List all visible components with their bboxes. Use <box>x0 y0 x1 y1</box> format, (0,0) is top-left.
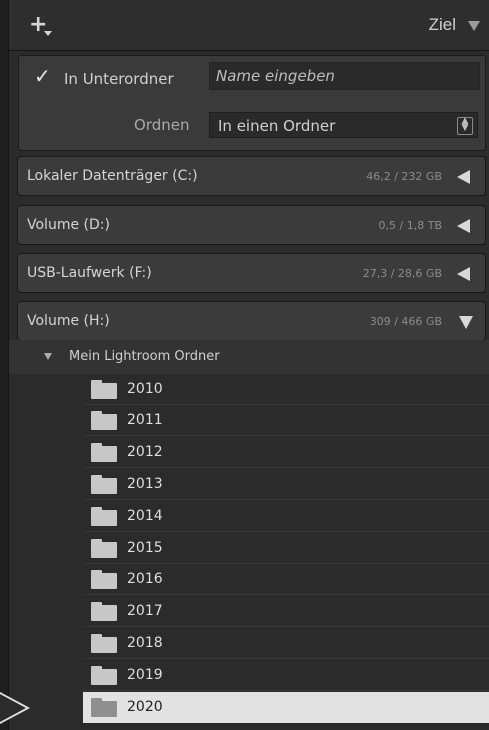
expand-triangle-icon[interactable] <box>457 267 470 281</box>
organize-select-value: In einen Ordner <box>218 117 336 135</box>
expand-triangle-icon[interactable] <box>457 219 470 233</box>
expand-triangle-icon[interactable] <box>457 170 470 184</box>
subfolder-checkbox[interactable]: ✓ <box>34 66 54 86</box>
subfolder-name-input[interactable] <box>209 62 480 90</box>
root-folder-label: Mein Lightroom Ordner <box>69 349 220 364</box>
folder-row-selected[interactable]: 2020 <box>83 692 489 723</box>
folder-icon <box>91 570 117 589</box>
selection-marker-inner <box>0 694 26 722</box>
folder-name: 2018 <box>127 635 163 651</box>
volume-name: Volume (H:) <box>27 313 110 329</box>
volume-size: 46,2 / 232 GB <box>366 170 442 183</box>
folder-name: 2014 <box>127 508 163 524</box>
folder-row[interactable]: 2019 <box>83 660 489 691</box>
folder-list: 2010 2011 2012 2013 2014 2015 2016 2017 <box>9 374 489 730</box>
organize-label: Ordnen <box>134 116 190 134</box>
panel-title[interactable]: Ziel <box>429 15 456 35</box>
folder-icon <box>91 634 117 653</box>
options-box: ✓ In Unterordner Ordnen In einen Ordner … <box>18 55 486 151</box>
volume-size: 27,3 / 28,6 GB <box>362 267 442 280</box>
folder-icon <box>91 380 117 399</box>
subfolder-label: In Unterordner <box>64 70 174 88</box>
volume-row-f[interactable]: USB-Laufwerk (F:) 27,3 / 28,6 GB <box>17 253 486 293</box>
folder-row[interactable]: 2017 <box>83 596 489 627</box>
folder-name: 2013 <box>127 476 163 492</box>
volume-name: Volume (D:) <box>27 217 110 233</box>
folder-row[interactable]: 2011 <box>83 405 489 436</box>
folder-name: 2016 <box>127 571 163 587</box>
folder-name: 2019 <box>127 667 163 683</box>
folder-name: 2010 <box>127 381 163 397</box>
destination-panel: + Ziel ✓ In Unterordner Ordnen In einen … <box>8 0 489 730</box>
folder-icon <box>91 539 117 558</box>
folder-row[interactable]: 2015 <box>83 533 489 564</box>
folder-name: 2017 <box>127 603 163 619</box>
folder-name: 2015 <box>127 540 163 556</box>
disclosure-triangle-icon[interactable] <box>44 353 52 360</box>
folder-row[interactable]: 2012 <box>83 437 489 468</box>
volume-size: 0,5 / 1,8 TB <box>378 219 442 232</box>
volume-name: Lokaler Datenträger (C:) <box>27 168 198 184</box>
folder-icon <box>91 698 117 717</box>
folder-row[interactable]: 2018 <box>83 628 489 659</box>
folder-icon <box>91 443 117 462</box>
folder-row[interactable]: 2013 <box>83 469 489 500</box>
folder-icon <box>91 602 117 621</box>
folder-name: 2012 <box>127 444 163 460</box>
select-arrows-icon: ▲ ▼ <box>457 117 473 135</box>
folder-row[interactable]: 2016 <box>83 564 489 595</box>
add-preset-icon[interactable]: + <box>29 14 53 38</box>
volume-size: 309 / 466 GB <box>369 315 442 328</box>
volume-row-d[interactable]: Volume (D:) 0,5 / 1,8 TB <box>17 205 486 245</box>
folder-name: 2020 <box>127 699 163 715</box>
collapse-triangle-icon[interactable] <box>468 21 480 31</box>
collapse-triangle-icon[interactable] <box>459 316 473 329</box>
panel-header: + Ziel <box>9 0 489 51</box>
volume-row-h[interactable]: Volume (H:) 309 / 466 GB <box>17 301 486 341</box>
folder-icon <box>91 507 117 526</box>
folder-name: 2011 <box>127 412 163 428</box>
volume-name: USB-Laufwerk (F:) <box>27 265 152 281</box>
folder-icon <box>91 475 117 494</box>
folder-icon <box>91 411 117 430</box>
root-folder-row[interactable]: Mein Lightroom Ordner <box>9 340 489 374</box>
folder-icon <box>91 666 117 685</box>
folder-row[interactable]: 2010 <box>83 374 489 405</box>
volume-row-c[interactable]: Lokaler Datenträger (C:) 46,2 / 232 GB <box>17 156 486 196</box>
organize-select[interactable]: In einen Ordner ▲ ▼ <box>209 112 478 138</box>
folder-row[interactable]: 2014 <box>83 501 489 532</box>
